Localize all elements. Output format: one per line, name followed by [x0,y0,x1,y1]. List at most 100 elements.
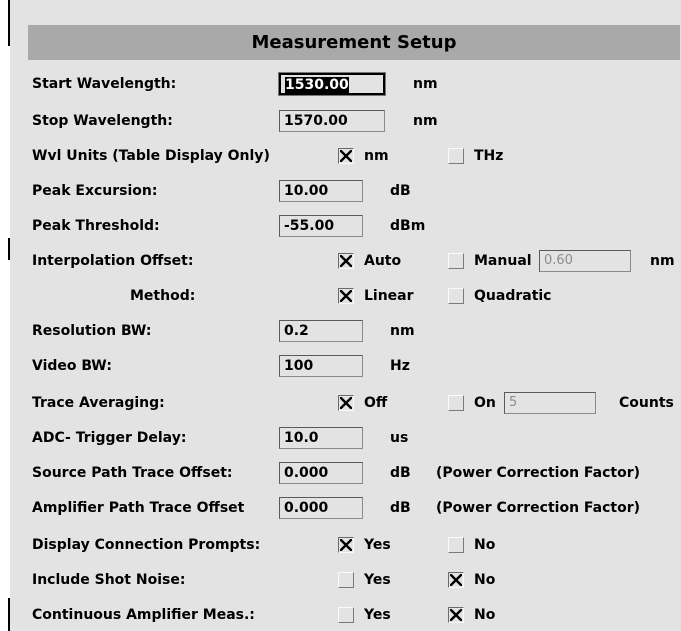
display-prompts-yes-label: Yes [364,537,391,553]
shot-noise-yes-checkbox[interactable] [338,572,354,588]
method-linear-label: Linear [364,288,414,304]
trace-averaging-on-label: On [474,395,496,411]
display-prompts-no-label: No [474,537,496,553]
video-bw-value: 100 [284,358,314,374]
display-prompts-no-checkbox[interactable] [448,537,464,553]
display-prompts-yes-checkbox[interactable] [338,537,354,553]
wvl-units-thz-label: THz [474,148,504,164]
resolution-bw-unit: nm [390,323,415,339]
peak-excursion-row: Peak Excursion: 10.00 dB [0,177,681,207]
peak-threshold-unit: dBm [390,218,426,234]
resolution-bw-value: 0.2 [284,323,309,339]
adc-trigger-delay-input[interactable]: 10.0 [279,427,363,449]
shot-noise-yes-label: Yes [364,572,391,588]
adc-trigger-delay-row: ADC- Trigger Delay: 10.0 us [0,424,681,454]
interpolation-manual-checkbox[interactable] [448,253,464,269]
wvl-units-nm-label: nm [364,148,389,164]
continuous-amplifier-row: Continuous Amplifier Meas.: Yes No [0,601,681,631]
peak-excursion-value: 10.00 [284,183,329,199]
source-path-offset-row: Source Path Trace Offset: 0.000 dB (Powe… [0,459,681,489]
trace-averaging-count-input[interactable]: 5 [504,392,596,414]
method-linear-checkbox[interactable] [338,288,354,304]
peak-threshold-label: Peak Threshold: [32,218,160,234]
interpolation-auto-checkbox[interactable] [338,253,354,269]
stop-wavelength-row: Stop Wavelength: 1570.00 nm [0,107,681,137]
wvl-units-thz-checkbox[interactable] [448,148,464,164]
amplifier-path-offset-row: Amplifier Path Trace Offset 0.000 dB (Po… [0,494,681,524]
dialog-title: Measurement Setup [28,25,680,60]
check-x-icon [450,574,462,586]
resolution-bw-label: Resolution BW: [32,323,152,339]
stop-wavelength-unit: nm [413,113,438,129]
interpolation-manual-value: 0.60 [544,253,573,268]
check-x-icon [340,539,352,551]
video-bw-label: Video BW: [32,358,112,374]
video-bw-input[interactable]: 100 [279,355,363,377]
display-connection-prompts-row: Display Connection Prompts: Yes No [0,531,681,561]
peak-threshold-value: -55.00 [284,218,335,234]
check-x-icon [340,255,352,267]
amplifier-path-offset-note: (Power Correction Factor) [436,500,641,516]
start-wavelength-value: 1530.00 [285,77,349,93]
interpolation-offset-unit: nm [650,253,675,269]
amplifier-path-offset-unit: dB [390,500,411,516]
peak-threshold-row: Peak Threshold: -55.00 dBm [0,212,681,242]
source-path-offset-value: 0.000 [284,465,329,481]
resolution-bw-input[interactable]: 0.2 [279,320,363,342]
start-wavelength-input[interactable]: 1530.00 [278,72,386,96]
method-quadratic-label: Quadratic [474,288,552,304]
shot-noise-no-label: No [474,572,496,588]
source-path-offset-note: (Power Correction Factor) [436,465,641,481]
check-x-icon [340,150,352,162]
source-path-offset-input[interactable]: 0.000 [279,462,363,484]
interpolation-offset-row: Interpolation Offset: Auto Manual 0.60 n… [0,247,681,277]
continuous-amp-no-checkbox[interactable] [448,607,464,623]
window-edge-mark [8,0,10,46]
wvl-units-row: Wvl Units (Table Display Only) nm THz [0,142,681,172]
stop-wavelength-input[interactable]: 1570.00 [279,110,385,132]
amplifier-path-offset-input[interactable]: 0.000 [279,497,363,519]
trace-averaging-count-value: 5 [509,395,518,410]
adc-trigger-delay-unit: us [390,430,409,446]
peak-excursion-input[interactable]: 10.00 [279,180,363,202]
continuous-amp-yes-checkbox[interactable] [338,607,354,623]
trace-averaging-row: Trace Averaging: Off On 5 Counts [0,389,681,419]
adc-trigger-delay-label: ADC- Trigger Delay: [32,430,187,446]
continuous-amp-yes-label: Yes [364,607,391,623]
source-path-offset-unit: dB [390,465,411,481]
trace-averaging-off-checkbox[interactable] [338,395,354,411]
amplifier-path-offset-value: 0.000 [284,500,329,516]
interpolation-offset-label: Interpolation Offset: [32,253,194,269]
wvl-units-nm-checkbox[interactable] [338,148,354,164]
trace-averaging-unit: Counts [619,395,674,411]
start-wavelength-row: Start Wavelength: 1530.00 nm [0,70,681,100]
interpolation-manual-label: Manual [474,253,532,269]
trace-averaging-on-checkbox[interactable] [448,395,464,411]
amplifier-path-offset-label: Amplifier Path Trace Offset [32,500,245,516]
start-wavelength-label: Start Wavelength: [32,76,177,92]
include-shot-noise-row: Include Shot Noise: Yes No [0,566,681,596]
start-wavelength-unit: nm [413,76,438,92]
peak-threshold-input[interactable]: -55.00 [279,215,363,237]
method-row: Method: Linear Quadratic [0,282,681,312]
stop-wavelength-value: 1570.00 [284,113,348,129]
wvl-units-label: Wvl Units (Table Display Only) [32,148,270,164]
check-x-icon [340,290,352,302]
trace-averaging-label: Trace Averaging: [32,395,165,411]
method-quadratic-checkbox[interactable] [448,288,464,304]
video-bw-unit: Hz [390,358,410,374]
resolution-bw-row: Resolution BW: 0.2 nm [0,317,681,347]
interpolation-auto-label: Auto [364,253,402,269]
interpolation-manual-input[interactable]: 0.60 [539,250,631,272]
shot-noise-no-checkbox[interactable] [448,572,464,588]
method-label: Method: [130,288,196,304]
check-x-icon [450,609,462,621]
peak-excursion-label: Peak Excursion: [32,183,158,199]
video-bw-row: Video BW: 100 Hz [0,352,681,382]
trace-averaging-off-label: Off [364,395,388,411]
peak-excursion-unit: dB [390,183,411,199]
source-path-offset-label: Source Path Trace Offset: [32,465,233,481]
adc-trigger-delay-value: 10.0 [284,430,319,446]
include-shot-noise-label: Include Shot Noise: [32,572,186,588]
display-connection-prompts-label: Display Connection Prompts: [32,537,261,553]
